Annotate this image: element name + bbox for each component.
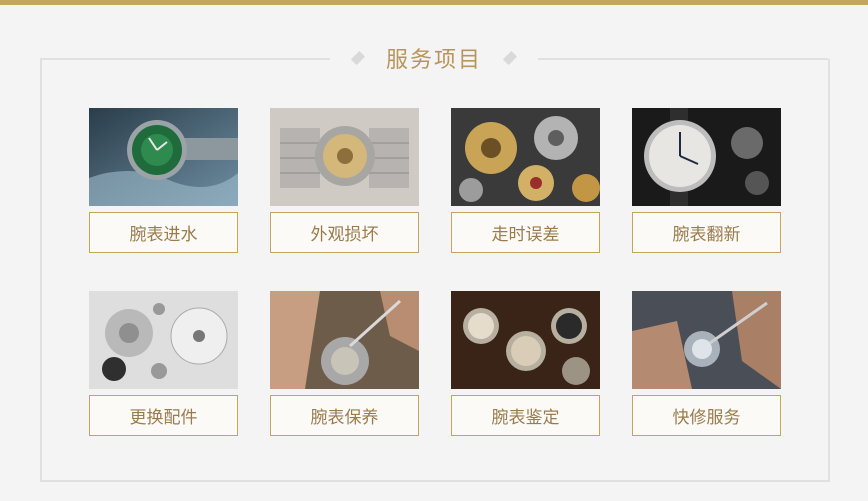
section-title: 服务项目 [385,48,482,73]
service-item-damage[interactable]: 外观损坏 [270,108,419,253]
watch-movement-gears-photo[interactable] [451,108,600,206]
frame-top-line-right [538,58,828,60]
service-item-water[interactable]: 腕表进水 [89,108,238,253]
diamond-right-icon [502,50,518,66]
service-item-quick-repair[interactable]: 快修服务 [632,291,781,436]
service-label[interactable]: 腕表鉴定 [451,395,600,436]
service-item-parts[interactable]: 更换配件 [89,291,238,436]
service-item-maintenance[interactable]: 腕表保养 [270,291,419,436]
service-label[interactable]: 更换配件 [89,395,238,436]
section-header: 服务项目 [330,38,538,78]
vintage-chronographs-photo[interactable] [451,291,600,389]
diamond-left-icon [350,50,366,66]
service-label[interactable]: 走时误差 [451,212,600,253]
service-label[interactable]: 腕表保养 [270,395,419,436]
service-label[interactable]: 腕表翻新 [632,212,781,253]
watch-caseback-bracelet-photo[interactable] [270,108,419,206]
service-label[interactable]: 外观损坏 [270,212,419,253]
watch-maintenance-tweezers-photo[interactable] [270,291,419,389]
watch-parts-disassembled-photo[interactable] [89,291,238,389]
frame-top-line-left [40,58,330,60]
service-label[interactable]: 腕表进水 [89,212,238,253]
green-dial-watch-in-water-photo[interactable] [89,108,238,206]
top-accent-rule [0,0,868,5]
service-item-refurbish[interactable]: 腕表翻新 [632,108,781,253]
watch-repair-hands-photo[interactable] [632,291,781,389]
service-item-appraisal[interactable]: 腕表鉴定 [451,291,600,436]
service-item-accuracy[interactable]: 走时误差 [451,108,600,253]
service-label[interactable]: 快修服务 [632,395,781,436]
white-dial-watch-photo[interactable] [632,108,781,206]
